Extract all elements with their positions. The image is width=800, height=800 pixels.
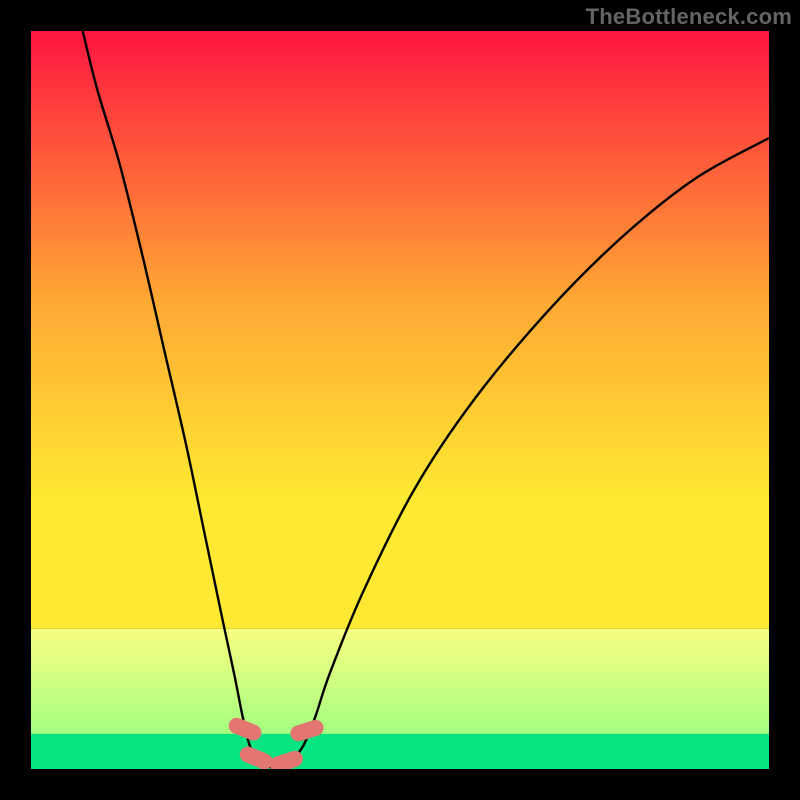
- plot-area: [31, 31, 769, 769]
- bottom-strip: [31, 734, 769, 769]
- chart-frame: [31, 31, 769, 769]
- attribution-label: TheBottleneck.com: [586, 4, 792, 30]
- chart-svg: [31, 31, 769, 769]
- good-band: [31, 629, 769, 734]
- heat-gradient: [31, 31, 769, 629]
